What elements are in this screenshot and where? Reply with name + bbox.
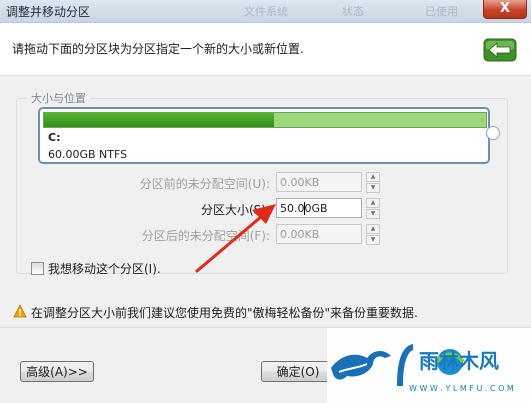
partition-info: 60.00GB NTFS: [48, 148, 128, 161]
unallocated-before-spinner[interactable]: ▲ ▼: [366, 172, 380, 193]
unallocated-before-value: 0.00KB: [280, 176, 320, 189]
partition-used-fill: [44, 113, 274, 127]
advanced-button[interactable]: 高级(A)>>: [20, 361, 94, 382]
partition-size-label: 分区大小(S):: [200, 203, 270, 217]
watermark-brand: 雨林木风: [419, 349, 499, 373]
instruction-text: 请拖动下面的分区块为分区指定一个新的大小或新位置.: [12, 42, 304, 56]
background-header-status: 状态: [342, 5, 364, 18]
warning-text: 在调整分区大小前我们建议您使用免费的"傲梅轻松备份"来备份重要数据.: [31, 306, 418, 320]
resize-back-arrow-icon: [483, 38, 517, 62]
ok-button[interactable]: 确定(O): [261, 361, 335, 382]
partition-size-row: 分区大小(S): 50.00GB ▲ ▼: [0, 198, 531, 219]
window-title: 调整并移动分区: [6, 5, 91, 19]
unallocated-after-row: 分区后的未分配空间(F): 0.00KB ▲ ▼: [0, 224, 531, 245]
unallocated-before-label: 分区前的未分配空间(U):: [139, 177, 270, 191]
background-header-filesystem: 文件系统: [244, 5, 288, 18]
unallocated-before-row: 分区前的未分配空间(U): 0.00KB ▲ ▼: [0, 172, 531, 193]
partition-size-spinner[interactable]: ▲ ▼: [366, 198, 380, 219]
checkbox-box[interactable]: [31, 262, 44, 275]
resize-move-partition-dialog: 调整并移动分区 文件系统 状态 已使用 X 请拖动下面的分区块为分区指定一个新的…: [0, 0, 531, 403]
spin-up-icon[interactable]: ▲: [366, 172, 380, 182]
partition-usage-bar: [43, 112, 487, 128]
partition-block[interactable]: C: 60.00GB NTFS: [38, 107, 490, 164]
spin-down-icon[interactable]: ▼: [366, 235, 380, 245]
partition-drive-letter: C:: [48, 131, 61, 144]
spin-down-icon[interactable]: ▼: [366, 183, 380, 193]
warning-icon: [13, 304, 27, 318]
partition-resize-handle[interactable]: [486, 126, 500, 140]
watermark-url: W W W . Y L M F U . C O M: [409, 384, 514, 393]
unallocated-after-input[interactable]: 0.00KB: [276, 224, 362, 244]
close-button[interactable]: X: [483, 0, 527, 19]
spin-up-icon[interactable]: ▲: [366, 224, 380, 234]
unallocated-before-input[interactable]: 0.00KB: [276, 172, 362, 192]
unallocated-after-label: 分区后的未分配空间(F):: [141, 229, 270, 243]
text-caret: [304, 202, 305, 215]
spin-down-icon[interactable]: ▼: [366, 209, 380, 219]
group-legend: 大小与位置: [31, 92, 86, 105]
unallocated-after-spinner[interactable]: ▲ ▼: [366, 224, 380, 245]
partition-size-input[interactable]: 50.00GB: [276, 198, 362, 218]
ylmf-watermark-logo: 雨林木风 W W W . Y L M F U . C O M: [327, 328, 531, 403]
title-bar: 调整并移动分区 文件系统 状态 已使用 X: [0, 0, 531, 23]
backup-warning: 在调整分区大小前我们建议您使用免费的"傲梅轻松备份"来备份重要数据.: [13, 303, 521, 321]
unallocated-after-value: 0.00KB: [280, 228, 320, 241]
move-partition-label: 我想移动这个分区(I).: [48, 262, 161, 276]
spin-up-icon[interactable]: ▲: [366, 198, 380, 208]
background-header-used: 已使用: [425, 5, 458, 18]
dialog-header: 请拖动下面的分区块为分区指定一个新的大小或新位置.: [0, 23, 531, 76]
